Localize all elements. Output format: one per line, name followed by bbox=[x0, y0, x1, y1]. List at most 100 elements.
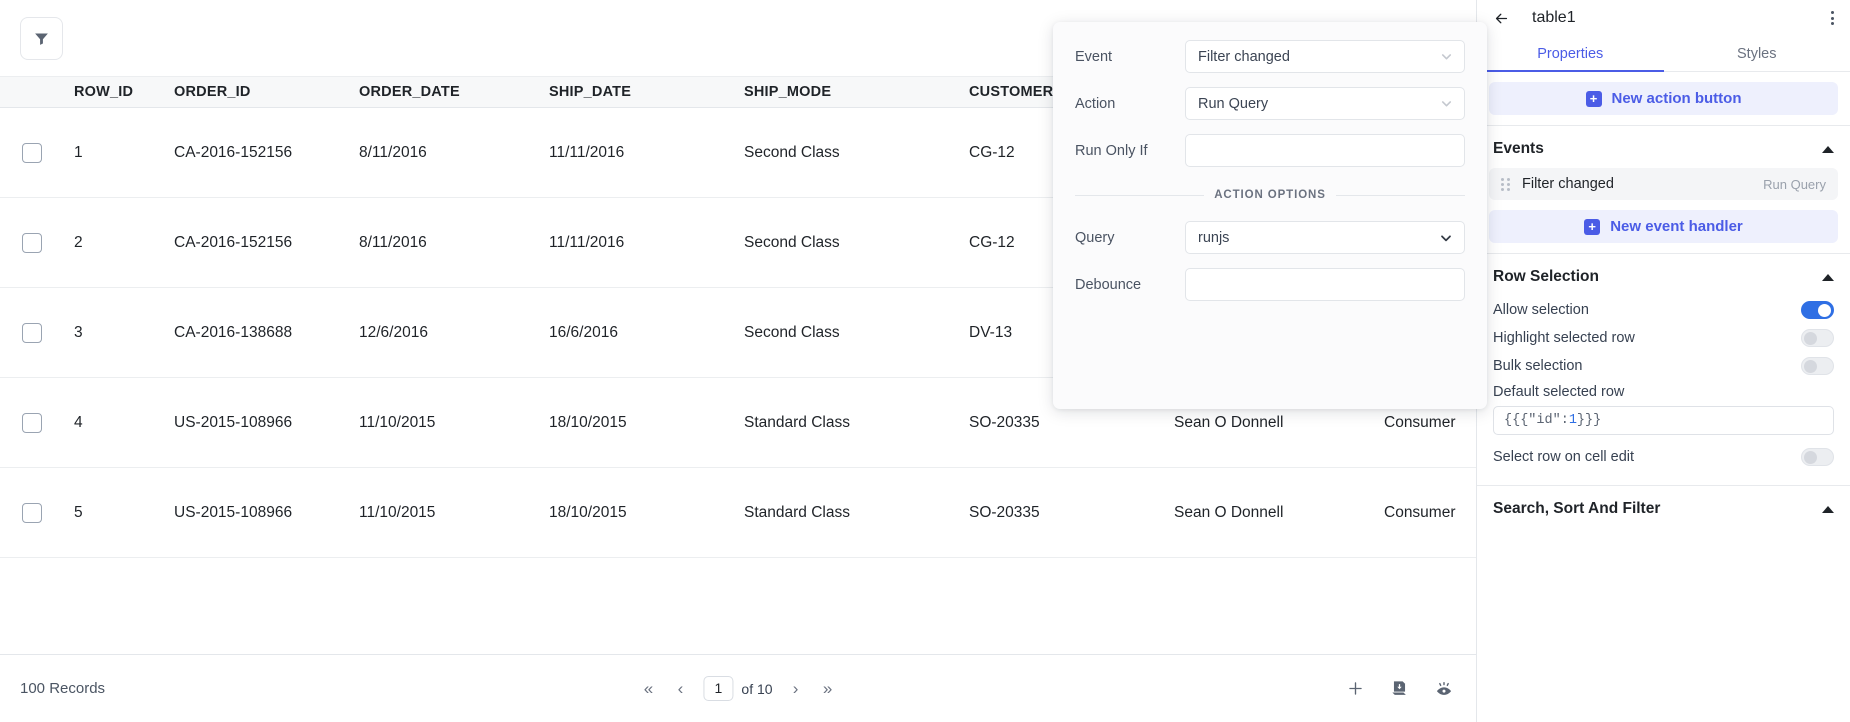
default-selected-row-value-pre: {{{"id": bbox=[1504, 413, 1569, 428]
prev-page-button[interactable]: ‹ bbox=[671, 679, 689, 699]
chevron-up-icon bbox=[1822, 145, 1834, 153]
eye-icon[interactable] bbox=[1434, 679, 1454, 699]
default-selected-row-value-num: 1 bbox=[1568, 413, 1577, 428]
next-page-button[interactable]: › bbox=[787, 679, 805, 699]
inspector-body: + New action button Events Filter change… bbox=[1477, 72, 1850, 722]
chevron-down-icon bbox=[1439, 96, 1454, 111]
default-selected-row-value-post: }}} bbox=[1576, 413, 1602, 428]
query-select-value: runjs bbox=[1198, 229, 1230, 246]
cell-ship-mode: Second Class bbox=[744, 143, 840, 161]
cell-order-date: 8/11/2016 bbox=[359, 233, 427, 251]
plus-icon: + bbox=[1584, 218, 1601, 235]
download-icon[interactable] bbox=[1390, 679, 1409, 698]
default-selected-row-input[interactable]: {{{"id": 1}}} bbox=[1493, 406, 1834, 435]
page-title: table1 bbox=[1532, 9, 1576, 26]
column-header-row-id[interactable]: ROW_ID bbox=[54, 84, 174, 100]
column-header-ship-mode[interactable]: SHIP_MODE bbox=[744, 84, 969, 100]
chevron-up-icon bbox=[1822, 273, 1834, 281]
row-checkbox-cell bbox=[0, 232, 54, 253]
events-section-header[interactable]: Events bbox=[1477, 126, 1850, 168]
highlight-selected-row-label: Highlight selected row bbox=[1493, 330, 1635, 346]
filter-icon bbox=[33, 30, 50, 47]
chevron-down-icon bbox=[1439, 49, 1454, 64]
tab-properties[interactable]: Properties bbox=[1477, 36, 1664, 72]
more-vertical-icon[interactable] bbox=[1831, 11, 1834, 25]
popover-field-action: Action Run Query bbox=[1075, 87, 1465, 120]
cell-ship-mode: Standard Class bbox=[744, 413, 850, 431]
query-field-label: Query bbox=[1075, 229, 1115, 246]
last-page-button[interactable]: » bbox=[819, 679, 837, 699]
cell-customer-id: SO-20335 bbox=[969, 413, 1040, 431]
row-checkbox[interactable] bbox=[22, 412, 42, 433]
cell-row-id: 2 bbox=[74, 233, 83, 251]
drag-handle-icon[interactable] bbox=[1501, 177, 1510, 191]
event-select-value: Filter changed bbox=[1198, 48, 1290, 65]
cell-segment: Consumer bbox=[1384, 413, 1456, 431]
query-select[interactable]: runjs bbox=[1185, 221, 1465, 254]
event-name-label: Filter changed bbox=[1522, 176, 1614, 192]
cell-order-date: 11/10/2015 bbox=[359, 503, 436, 521]
run-only-if-label: Run Only If bbox=[1075, 142, 1148, 159]
new-event-handler-button[interactable]: + New event handler bbox=[1489, 210, 1838, 243]
table-footer: 100 Records « ‹ 1 of 10 › » bbox=[0, 654, 1476, 722]
filter-button[interactable] bbox=[20, 16, 63, 60]
select-row-on-cell-edit-label: Select row on cell edit bbox=[1493, 449, 1635, 465]
page-total-label: of 10 bbox=[741, 680, 773, 697]
event-handler-popover: Event Filter changed Action Run Query Ru… bbox=[1053, 22, 1487, 409]
cell-order-id: CA-2016-138688 bbox=[174, 323, 293, 341]
row-checkbox[interactable] bbox=[22, 142, 42, 163]
allow-selection-label: Allow selection bbox=[1493, 302, 1589, 318]
inspector-header: table1 bbox=[1477, 0, 1850, 36]
divider-line-left bbox=[1075, 194, 1205, 196]
new-action-button[interactable]: + New action button bbox=[1489, 82, 1838, 115]
highlight-selected-row-toggle[interactable] bbox=[1801, 329, 1834, 347]
page-number-input[interactable]: 1 bbox=[703, 676, 734, 701]
row-checkbox-cell bbox=[0, 412, 54, 433]
cell-order-date: 12/6/2016 bbox=[359, 323, 428, 341]
table-row[interactable]: 5 US-2015-108966 11/10/2015 18/10/2015 S… bbox=[0, 468, 1476, 558]
row-checkbox[interactable] bbox=[22, 502, 42, 523]
allow-selection-toggle[interactable] bbox=[1801, 301, 1834, 319]
row-selection-section-header[interactable]: Row Selection bbox=[1477, 254, 1850, 296]
events-section-title: Events bbox=[1493, 140, 1544, 157]
default-selected-row-label: Default selected row bbox=[1493, 384, 1625, 400]
row-selection-section-title: Row Selection bbox=[1493, 268, 1599, 285]
event-list-item-filter-changed[interactable]: Filter changed Run Query bbox=[1489, 168, 1838, 200]
run-only-if-input[interactable] bbox=[1185, 134, 1465, 167]
cell-order-id: CA-2016-152156 bbox=[174, 143, 293, 161]
event-select[interactable]: Filter changed bbox=[1185, 40, 1465, 73]
debounce-input[interactable] bbox=[1185, 268, 1465, 301]
cell-ship-date: 18/10/2015 bbox=[549, 413, 627, 431]
cell-customer-name: Sean O Donnell bbox=[1174, 413, 1284, 431]
cell-order-id: CA-2016-152156 bbox=[174, 233, 293, 251]
column-header-order-id[interactable]: ORDER_ID bbox=[174, 84, 359, 100]
row-checkbox[interactable] bbox=[22, 232, 42, 253]
bulk-selection-toggle[interactable] bbox=[1801, 357, 1834, 375]
popover-field-debounce: Debounce bbox=[1075, 268, 1465, 301]
row-checkbox[interactable] bbox=[22, 322, 42, 343]
search-sort-filter-section-header[interactable]: Search, Sort And Filter bbox=[1477, 486, 1850, 528]
column-header-order-date[interactable]: ORDER_DATE bbox=[359, 84, 549, 100]
action-options-label: ACTION OPTIONS bbox=[1214, 189, 1326, 201]
plus-icon: + bbox=[1585, 90, 1602, 107]
row-checkbox-cell bbox=[0, 502, 54, 523]
plus-icon[interactable] bbox=[1346, 679, 1365, 698]
cell-ship-mode: Standard Class bbox=[744, 503, 850, 521]
new-action-button-label: New action button bbox=[1611, 90, 1742, 107]
inspector-tabs: Properties Styles bbox=[1477, 36, 1850, 72]
cell-row-id: 4 bbox=[74, 413, 83, 431]
divider-line-right bbox=[1335, 194, 1466, 196]
back-arrow-icon[interactable] bbox=[1493, 10, 1510, 27]
pagination: « ‹ 1 of 10 › » bbox=[639, 676, 836, 701]
tab-styles[interactable]: Styles bbox=[1664, 36, 1850, 71]
first-page-button[interactable]: « bbox=[639, 679, 657, 699]
cell-ship-date: 11/11/2016 bbox=[549, 143, 625, 161]
cell-order-date: 8/11/2016 bbox=[359, 143, 427, 161]
action-select[interactable]: Run Query bbox=[1185, 87, 1465, 120]
record-count-label: 100 Records bbox=[20, 680, 106, 697]
cell-customer-name: Sean O Donnell bbox=[1174, 503, 1284, 521]
cell-ship-date: 11/11/2016 bbox=[549, 233, 625, 251]
cell-ship-date: 16/6/2016 bbox=[549, 323, 618, 341]
select-row-on-cell-edit-toggle[interactable] bbox=[1801, 448, 1834, 466]
column-header-ship-date[interactable]: SHIP_DATE bbox=[549, 84, 744, 100]
